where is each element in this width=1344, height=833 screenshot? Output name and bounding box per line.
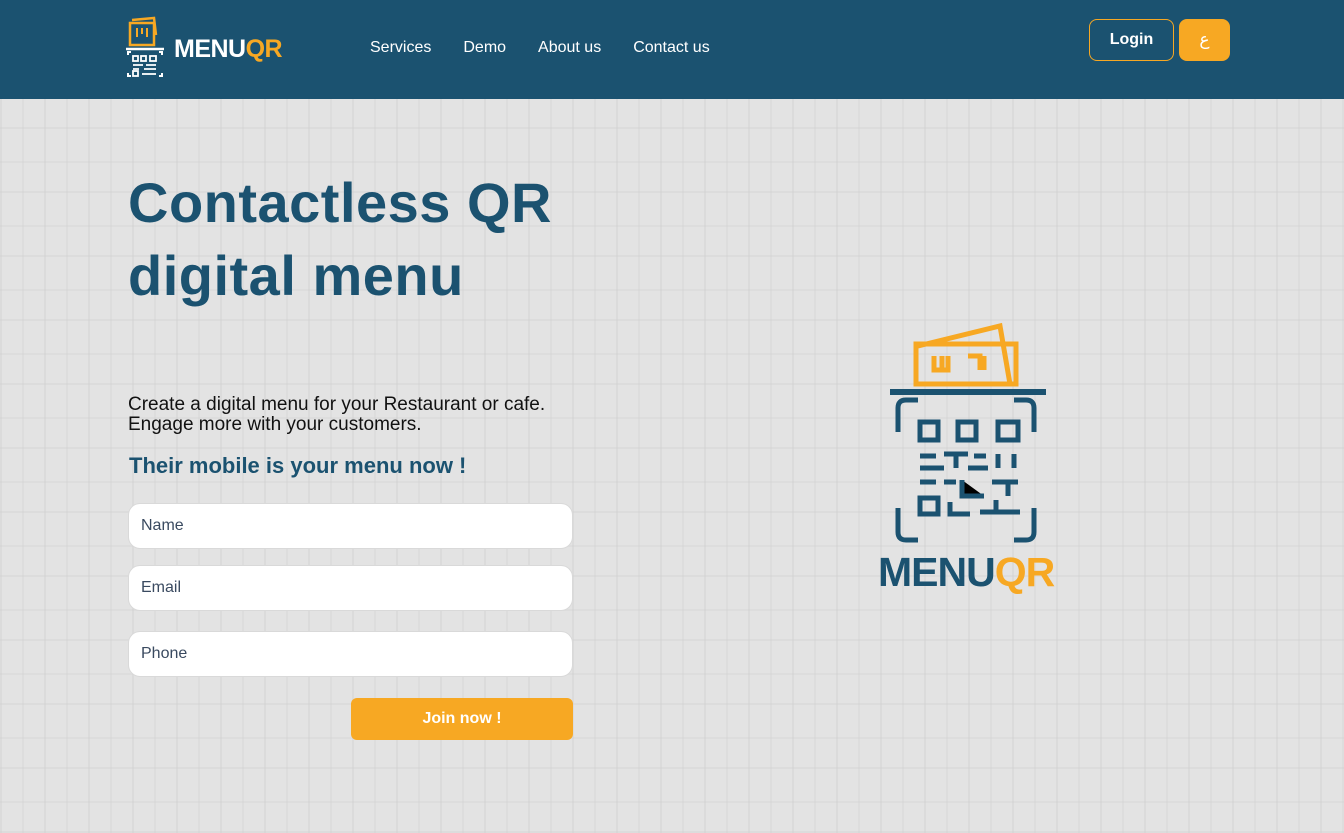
nav-demo[interactable]: Demo (463, 39, 506, 57)
menuqr-logo-icon (126, 16, 164, 77)
hero-description-line2: Engage more with your customers. (128, 414, 422, 435)
brand-name-part1: MENU (174, 34, 246, 63)
brand-name: MENUQR (174, 34, 283, 64)
large-brand-name-part1: MENU (878, 549, 996, 595)
nav-services[interactable]: Services (370, 39, 431, 57)
brand-logo[interactable]: MENUQR (122, 15, 283, 83)
hero-description: Create a digital menu for your Restauran… (128, 395, 608, 435)
language-toggle-button[interactable]: ع (1179, 19, 1230, 61)
menuqr-large-logo-icon (890, 322, 1046, 543)
large-brand-name-part2: QR (994, 549, 1055, 595)
large-brand-name: MENUQR (878, 549, 1055, 596)
hero-description-line1: Create a digital menu for your Restauran… (128, 394, 546, 415)
name-field[interactable] (128, 503, 573, 549)
login-button[interactable]: Login (1089, 19, 1174, 61)
hero-title: Contactless QR digital menu (128, 171, 552, 307)
hero-tagline: Their mobile is your menu now ! (129, 453, 467, 478)
phone-field[interactable] (128, 631, 573, 677)
join-now-button[interactable]: Join now ! (351, 698, 573, 740)
brand-name-part2: QR (245, 34, 283, 63)
email-field[interactable] (128, 565, 573, 611)
top-navbar: MENUQR Services Demo About us Contact us… (0, 0, 1344, 99)
nav-contact-us[interactable]: Contact us (633, 39, 709, 57)
main-nav: Services Demo About us Contact us (370, 39, 710, 57)
nav-about-us[interactable]: About us (538, 39, 601, 57)
